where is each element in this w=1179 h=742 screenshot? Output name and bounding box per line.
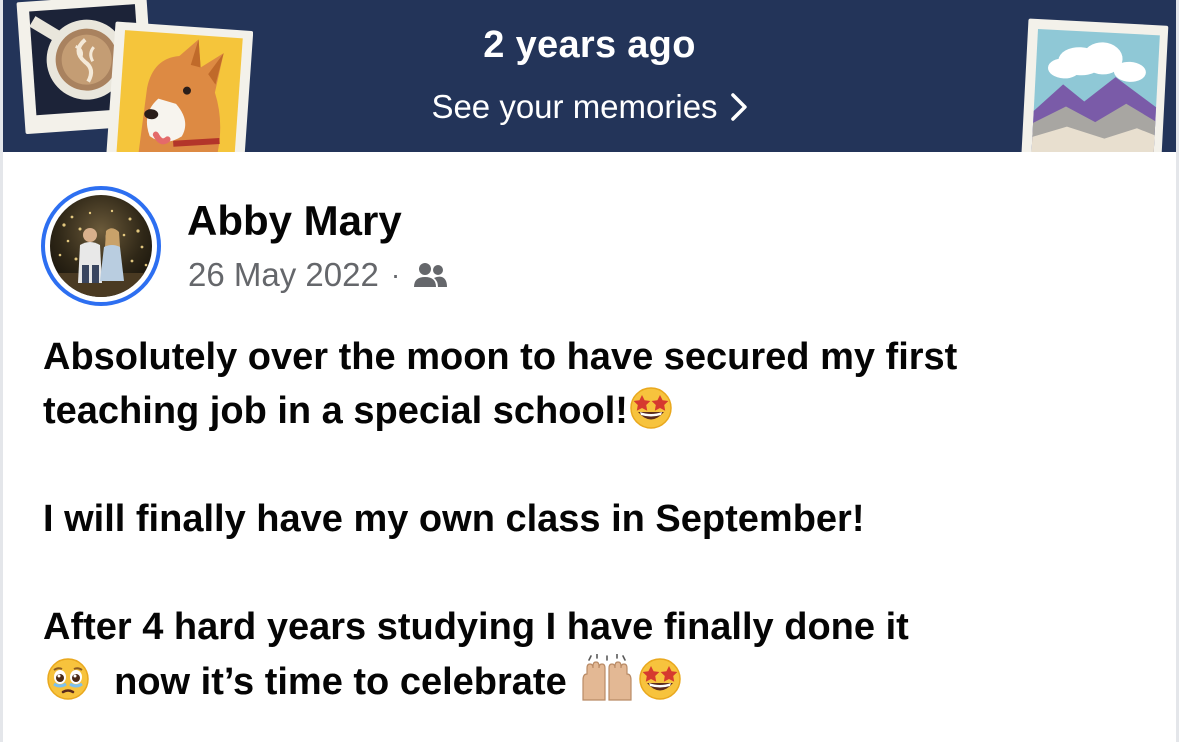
see-memories-link[interactable]: See your memories <box>431 88 747 126</box>
memories-banner[interactable]: 2 years ago See your memories <box>3 0 1176 152</box>
memory-years-title: 2 years ago <box>483 24 696 66</box>
see-memories-label: See your memories <box>431 88 718 125</box>
avatar-photo <box>50 195 152 297</box>
post-text: Absolutely over the moon to have secured… <box>43 330 1153 709</box>
post-meta: 26 May 2022 · <box>188 256 448 294</box>
post-line: I will finally have my own class in Sept… <box>43 498 865 540</box>
chevron-right-icon <box>730 93 747 121</box>
holding-back-tears-emoji-icon <box>47 658 89 700</box>
post-line: teaching job in a special school! <box>43 390 628 432</box>
star-struck-emoji-icon <box>630 387 672 429</box>
friends-icon[interactable] <box>412 261 448 289</box>
star-struck-emoji-icon <box>639 658 682 700</box>
post-line: Absolutely over the moon to have secured… <box>43 336 958 378</box>
author-avatar[interactable] <box>41 186 161 306</box>
post-paragraph: After 4 hard years studying I have final… <box>43 600 1153 709</box>
meta-separator: · <box>390 259 401 290</box>
post-line: After 4 hard years studying I have final… <box>43 606 909 648</box>
post-paragraph: I will finally have my own class in Sept… <box>43 492 1153 546</box>
author-name[interactable]: Abby Mary <box>187 197 402 245</box>
post-date[interactable]: 26 May 2022 <box>188 256 379 294</box>
post-line: now it’s time to celebrate <box>114 661 567 703</box>
mountain-photo-illustration <box>1020 18 1169 152</box>
memory-card: 2 years ago See your memories Abby Mary … <box>0 0 1179 742</box>
post-paragraph: Absolutely over the moon to have secured… <box>43 330 1153 438</box>
raising-hands-emoji-icon <box>582 654 632 701</box>
